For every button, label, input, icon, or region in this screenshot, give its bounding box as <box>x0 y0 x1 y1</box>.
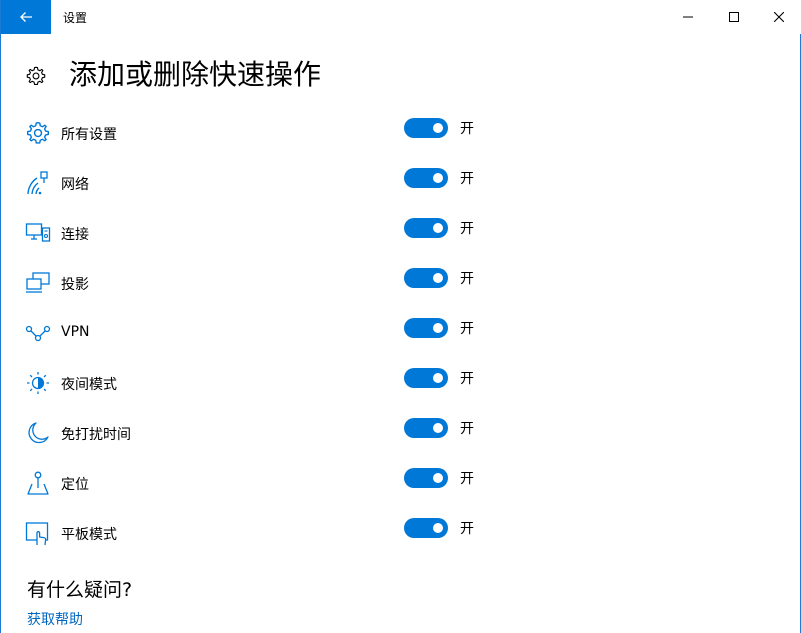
toggle-state: 开 <box>460 321 474 337</box>
quick-action-vpn: VPN 开 <box>1 314 521 354</box>
toggle-switch-network[interactable] <box>404 168 448 188</box>
toggle-state: 开 <box>460 471 474 487</box>
quick-action-network: 网络 开 <box>1 164 521 204</box>
quick-action-connect: 连接 开 <box>1 214 521 254</box>
quick-action-all-settings: 所有设置 开 <box>1 114 521 154</box>
window-title: 设置 <box>63 11 88 25</box>
toggle-switch-location[interactable] <box>404 468 448 488</box>
get-help-link[interactable]: 获取帮助 <box>27 609 83 629</box>
quick-action-quiet-hours: 免打扰时间 开 <box>1 414 521 454</box>
vpn-icon <box>25 320 51 346</box>
gear-icon <box>26 66 46 85</box>
toggle-switch-tablet-mode[interactable] <box>404 518 448 538</box>
toggle-state: 开 <box>460 371 474 387</box>
help-heading: 有什么疑问? <box>27 579 133 601</box>
settings-window: 设置 添加或删除快速操作 所有设置 开 网络 开 连接 开 投影 开 VPN 开… <box>0 0 801 633</box>
focus-assist-moon-icon <box>25 420 51 446</box>
quick-action-label: 网络 <box>61 177 89 193</box>
back-button[interactable] <box>1 0 51 34</box>
toggle-state: 开 <box>460 271 474 287</box>
toggle-switch-night-light[interactable] <box>404 368 448 388</box>
toggle-switch-quiet-hours[interactable] <box>404 418 448 438</box>
toggle-state: 开 <box>460 521 474 537</box>
quick-action-label: 所有设置 <box>61 127 117 143</box>
location-icon <box>25 470 51 496</box>
back-arrow-icon <box>20 12 32 22</box>
network-icon <box>25 170 51 196</box>
connect-icon <box>25 220 51 246</box>
toggle-switch-connect[interactable] <box>404 218 448 238</box>
toggle-switch-all-settings[interactable] <box>404 118 448 138</box>
minimize-icon <box>683 16 693 18</box>
quick-action-night-light: 夜间模式 开 <box>1 364 521 404</box>
minimize-button[interactable] <box>665 0 711 34</box>
tablet-mode-icon <box>25 520 51 546</box>
maximize-button[interactable] <box>711 0 757 34</box>
toggle-switch-vpn[interactable] <box>404 318 448 338</box>
title-bar: 设置 <box>1 0 801 34</box>
toggle-state: 开 <box>460 421 474 437</box>
close-icon <box>774 12 784 22</box>
project-icon <box>25 270 51 296</box>
toggle-state: 开 <box>460 221 474 237</box>
quick-action-label: 夜间模式 <box>61 377 117 393</box>
page-header <box>25 56 47 96</box>
close-button[interactable] <box>756 0 801 34</box>
quick-action-label: 连接 <box>61 227 89 243</box>
page-title: 添加或删除快速操作 <box>69 58 322 91</box>
quick-action-label: 免打扰时间 <box>61 427 131 443</box>
settings-gear-icon <box>25 120 51 146</box>
quick-action-location: 定位 开 <box>1 464 521 504</box>
quick-action-label: VPN <box>61 324 90 340</box>
maximize-icon <box>729 12 739 22</box>
quick-action-label: 定位 <box>61 477 89 493</box>
toggle-state: 开 <box>460 121 474 137</box>
quick-action-label: 投影 <box>61 277 89 293</box>
night-light-icon <box>25 370 51 396</box>
quick-action-label: 平板模式 <box>61 527 117 543</box>
toggle-state: 开 <box>460 171 474 187</box>
toggle-switch-project[interactable] <box>404 268 448 288</box>
quick-action-project: 投影 开 <box>1 264 521 304</box>
quick-action-tablet-mode: 平板模式 开 <box>1 514 521 554</box>
